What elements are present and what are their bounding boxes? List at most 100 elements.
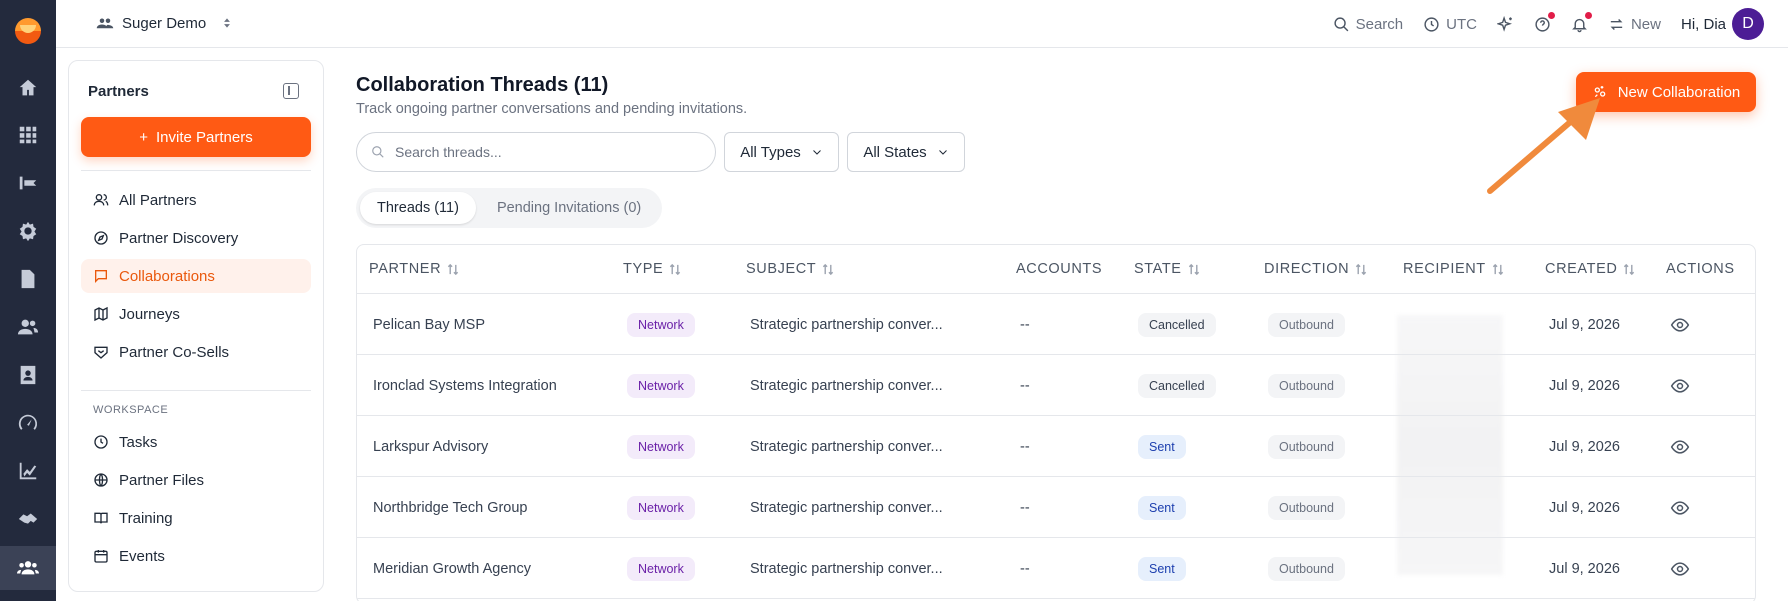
invite-partners-button[interactable]: + Invite Partners (81, 117, 311, 157)
user-menu[interactable]: Hi, Dia D (1681, 8, 1764, 40)
sidebar-item-partner-co-sells[interactable]: Partner Co-Sells (81, 335, 311, 369)
partners-icon[interactable] (0, 546, 56, 590)
pointer-arrow (1487, 98, 1600, 194)
column-direction[interactable]: DIRECTION (1264, 261, 1367, 277)
org-name: Suger Demo (122, 14, 207, 32)
partner-cell[interactable]: Meridian Growth Agency (373, 538, 531, 599)
view-button[interactable] (1670, 477, 1690, 538)
help-button[interactable] (1534, 11, 1555, 33)
workspace-section-label: WORKSPACE (93, 404, 169, 416)
timezone-button[interactable]: UTC (1423, 16, 1477, 33)
sidebar-item-label: Events (119, 547, 165, 565)
settings-icon[interactable] (0, 209, 56, 253)
gauge-icon[interactable] (0, 401, 56, 445)
search-button[interactable]: Search (1333, 16, 1403, 33)
view-button[interactable] (1670, 355, 1690, 416)
page-subtitle: Track ongoing partner conversations and … (356, 101, 748, 117)
column-recipient[interactable]: RECIPIENT (1403, 261, 1504, 277)
sort-icon (1492, 263, 1503, 275)
view-button[interactable] (1670, 294, 1690, 355)
ai-sparkle-button[interactable] (1496, 15, 1514, 33)
partner-cell[interactable]: Larkspur Advisory (373, 416, 488, 477)
sidebar-item-training[interactable]: Training (81, 501, 311, 535)
column-label: ACTIONS (1666, 261, 1735, 277)
view-button[interactable] (1670, 416, 1690, 477)
partner-cell[interactable]: Pelican Bay MSP (373, 294, 485, 355)
view-button[interactable] (1670, 538, 1690, 599)
partner-cell[interactable]: Northbridge Tech Group (373, 477, 528, 538)
help-badge (1547, 11, 1555, 19)
sidebar-item-tasks[interactable]: Tasks (81, 425, 311, 459)
sidebar-item-label: All Partners (119, 191, 197, 209)
app-logo[interactable] (15, 18, 41, 44)
direction-badge: Outbound (1268, 495, 1345, 520)
sparkle-icon (1496, 15, 1512, 32)
created-cell: Jul 9, 2026 (1549, 316, 1620, 333)
org-switcher[interactable]: Suger Demo (96, 14, 234, 32)
sidebar-item-all-partners[interactable]: All Partners (81, 183, 311, 217)
notification-badge (1584, 11, 1592, 19)
accounts-cell: -- (1020, 316, 1030, 333)
eye-icon (1670, 439, 1690, 454)
direction-badge: Outbound (1268, 373, 1345, 398)
sidebar-item-label: Partner Discovery (119, 229, 239, 247)
sidebar-item-collaborations[interactable]: Collaborations (81, 259, 311, 293)
accounts-cell: -- (1020, 438, 1030, 455)
table-row[interactable]: Larkspur Advisory Network Strategic part… (357, 416, 1755, 477)
state-filter-dropdown[interactable]: All States (847, 132, 965, 172)
timezone-label: UTC (1446, 15, 1477, 33)
column-accounts: ACCOUNTS (1016, 261, 1102, 277)
avatar[interactable]: D (1732, 8, 1764, 40)
accounts-cell: -- (1020, 499, 1030, 516)
column-created[interactable]: CREATED (1545, 261, 1635, 277)
greeting: Hi, Dia (1680, 15, 1726, 33)
column-label: SUBJECT (746, 261, 817, 277)
search-threads-field[interactable] (356, 132, 716, 172)
search-threads-input[interactable] (395, 144, 695, 160)
sidebar-item-events[interactable]: Events (81, 539, 311, 573)
table-row[interactable]: Pelican Bay MSP Network Strategic partne… (357, 294, 1755, 355)
tab-threads[interactable]: Threads (11) (360, 192, 476, 224)
column-subject[interactable]: SUBJECT (746, 261, 834, 277)
divider (81, 390, 311, 391)
globe-icon (94, 473, 108, 487)
handshake-icon[interactable] (0, 497, 56, 541)
collapse-sidebar-icon[interactable] (283, 83, 299, 99)
sort-icon (448, 263, 459, 275)
sidebar-item-partner-discovery[interactable]: Partner Discovery (81, 221, 311, 255)
new-button[interactable]: New (1608, 16, 1661, 33)
column-label: PARTNER (369, 261, 442, 277)
type-badge: Network (627, 434, 695, 459)
new-label: New (1630, 15, 1661, 33)
book-icon (94, 512, 108, 524)
clock-icon (94, 435, 108, 449)
sidebar-item-partner-files[interactable]: Partner Files (81, 463, 311, 497)
table-row[interactable]: Ironclad Systems Integration Network Str… (357, 355, 1755, 416)
table-row[interactable]: Meridian Growth Agency Network Strategic… (357, 538, 1755, 599)
sidebar-item-journeys[interactable]: Journeys (81, 297, 311, 331)
column-type[interactable]: TYPE (623, 261, 681, 277)
document-icon[interactable] (0, 257, 56, 301)
partner-cell[interactable]: Ironclad Systems Integration (373, 355, 557, 416)
notifications-button[interactable] (1571, 11, 1592, 33)
table-header: PARTNER TYPE SUBJECT ACCOUNTS STATE DIRE… (357, 245, 1755, 294)
type-badge: Network (627, 495, 695, 520)
handshake-icon (94, 346, 108, 359)
apps-grid-icon[interactable] (0, 113, 56, 157)
analytics-icon[interactable] (0, 161, 56, 205)
contacts-icon[interactable] (0, 353, 56, 397)
column-state[interactable]: STATE (1134, 261, 1200, 277)
state-filter-value: All States (863, 143, 927, 161)
type-filter-value: All Types (740, 143, 801, 161)
table-row[interactable]: Northbridge Tech Group Network Strategic… (357, 477, 1755, 538)
invite-partners-label: Invite Partners (156, 128, 253, 146)
chart-icon[interactable] (0, 449, 56, 493)
column-partner[interactable]: PARTNER (369, 261, 459, 277)
chevron-down-icon (812, 150, 821, 155)
sidebar-item-label: Collaborations (119, 267, 215, 285)
home-icon[interactable] (0, 66, 56, 110)
tab-pending-invitations[interactable]: Pending Invitations (0) (480, 192, 658, 224)
type-filter-dropdown[interactable]: All Types (724, 132, 839, 172)
eye-icon (1670, 317, 1690, 332)
users-icon[interactable] (0, 305, 56, 349)
